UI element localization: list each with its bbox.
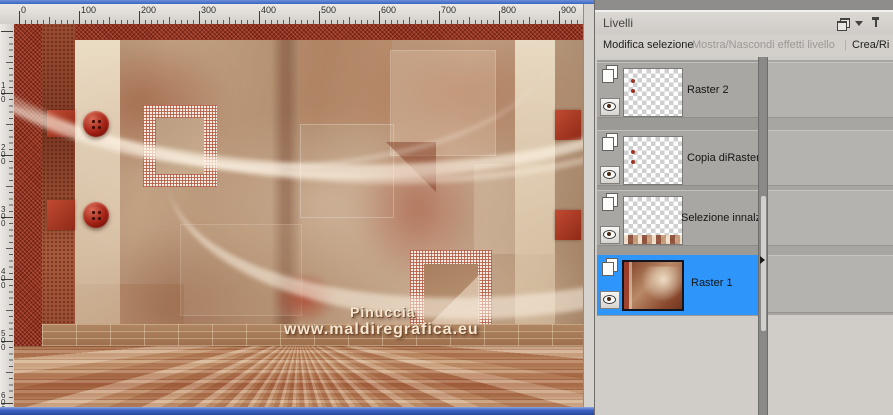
float-window-icon[interactable] [837,18,850,31]
ruler-label: 300 [1,205,6,228]
app-window: 0 100 200 300 400 500 600 700 800 900 10… [0,0,893,415]
ruler-label: 200 [141,5,157,15]
layer-page-icon [601,258,619,276]
ruler-label: 200 [1,143,6,166]
ruler-horizontal: 0 100 200 300 400 500 600 700 800 900 [14,4,594,25]
ruler-label: 100 [81,5,97,15]
layer-thumbnail[interactable] [623,196,683,245]
ruler-label: 600 [1,391,6,408]
blend-band: Normale 100 [766,62,893,118]
layer-thumbnail[interactable] [622,260,684,311]
toolbar-mostra-nascondi: Mostra/Nascondi effetti livello [692,39,835,51]
ruler-label: 500 [321,5,337,15]
toolbar-modifica-selezione[interactable]: Modifica selezione [603,39,694,51]
window-border-bottom [0,407,594,415]
panel-title: Livelli [603,16,634,30]
ruler-label: 400 [261,5,277,15]
visibility-eye-icon[interactable] [600,166,620,184]
panel-title-bar: Livelli [595,12,893,34]
layer-page-icon [601,65,619,83]
layer-name: Raster 1 [691,277,733,289]
blend-band: Normale 100 [766,190,893,246]
toolbar-separator: | [844,39,847,51]
pin-icon[interactable] [871,17,880,29]
layer-thumbnail[interactable] [623,136,683,185]
art-floor-rays [14,346,583,407]
watermark-url: www.maldiregrafica.eu [284,321,479,338]
splitter-arrow-icon[interactable] [760,256,765,264]
layer-row-raster1-selected[interactable]: Raster 1 [597,255,758,315]
ruler-label: 500 [1,329,6,352]
blend-band: Normale 100 [766,130,893,186]
art-button-bottom [83,202,109,228]
ruler-label: 800 [501,5,517,15]
ruler-label: 600 [381,5,397,15]
layer-list: Raster 2 Normale 100 Copia diRaster 2 [595,57,893,415]
ruler-vertical: 100 200 300 400 500 600 [0,24,15,407]
layer-name: Copia diRaster 2 [687,152,769,164]
layer-row-raster2[interactable]: Raster 2 [597,62,758,118]
layer-page-icon [601,133,619,151]
visibility-eye-icon[interactable] [600,98,620,116]
watermark-author: Pinuccia [350,304,416,320]
toolbar-crea[interactable]: Crea/Ri [852,39,889,51]
docked-panel-edge [595,0,893,12]
ruler-label: 100 [1,81,6,104]
ruler-label: 700 [441,5,457,15]
document-canvas[interactable]: Pinuccia www.maldiregrafica.eu [14,24,583,407]
layer-page-icon [601,193,619,211]
menu-arrow-icon[interactable] [855,21,863,26]
art-button-top [83,111,109,137]
layer-row-selezione-innalzata[interactable]: Selezione innalzata [597,190,776,246]
panel-toolbar: Modifica selezione Mostra/Nascondi effet… [595,34,893,58]
ruler-label: 0 [21,5,27,15]
ruler-label: 400 [1,267,6,290]
visibility-eye-icon[interactable] [600,291,620,309]
layers-panel: Livelli Modifica selezione Mostra/Nascon… [594,0,893,415]
layer-name: Raster 2 [687,84,729,96]
ruler-corner [0,4,15,25]
layer-thumbnail[interactable] [623,68,683,117]
ruler-label: 300 [201,5,217,15]
visibility-eye-icon[interactable] [600,226,620,244]
layer-row-copia-diraster2[interactable]: Copia diRaster 2 [597,130,769,186]
ruler-label: 900 [561,5,577,15]
blend-band: Normale 100 [766,255,893,313]
